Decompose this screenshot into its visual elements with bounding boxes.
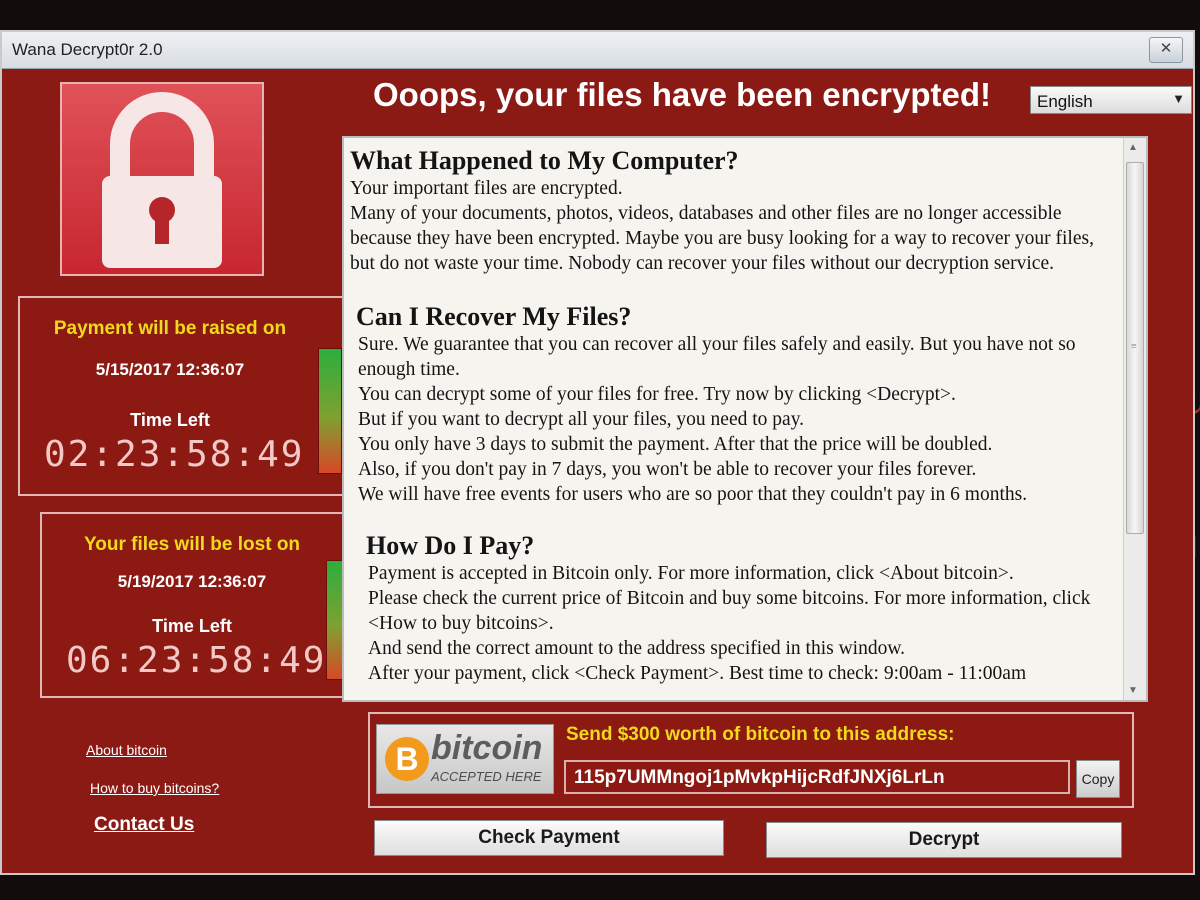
bitcoin-payment-panel: B bitcoin ACCEPTED HERE Send $300 worth … — [368, 712, 1134, 808]
files-lost-panel: Your files will be lost on 5/19/2017 12:… — [40, 512, 354, 698]
how-to-buy-bitcoins-link[interactable]: How to buy bitcoins? — [90, 780, 219, 796]
chevron-down-icon: ▼ — [1172, 91, 1185, 106]
copy-button[interactable]: Copy — [1076, 760, 1120, 798]
files-lost-countdown: 06:23:58:49 — [66, 640, 327, 681]
message-paragraph: And send the correct amount to the addre… — [368, 638, 906, 659]
headline: Ooops, your files have been encrypted! — [373, 76, 991, 113]
language-select[interactable]: English ▼ — [1030, 86, 1192, 114]
padlock-graphic — [102, 92, 222, 268]
bitcoin-logo-word: bitcoin — [431, 729, 543, 767]
bitcoin-accepted-logo: B bitcoin ACCEPTED HERE — [376, 724, 554, 794]
contact-us-link[interactable]: Contact Us — [94, 814, 194, 836]
countdown-bar — [318, 348, 342, 474]
message-paragraph: You can decrypt some of your files for f… — [358, 384, 956, 405]
window-title: Wana Decrypt0r 2.0 — [12, 40, 163, 59]
message-scrollbar[interactable]: ▲ ≡ ▼ — [1123, 138, 1146, 700]
padlock-icon — [60, 82, 264, 276]
message-paragraph: Sure. We guarantee that you can recover … — [358, 334, 1076, 380]
close-button[interactable]: ✕ — [1149, 37, 1183, 63]
language-selected: English — [1037, 92, 1093, 111]
message-paragraph: But if you want to decrypt all your file… — [358, 409, 805, 430]
section-heading: What Happened to My Computer? — [350, 146, 739, 175]
time-left-label: Time Left — [152, 616, 232, 636]
title-bar: Wana Decrypt0r 2.0 ✕ — [2, 32, 1193, 69]
files-lost-date: 5/19/2017 12:36:07 — [117, 572, 267, 591]
message-paragraph: Also, if you don't pay in 7 days, you wo… — [358, 459, 977, 480]
about-bitcoin-link[interactable]: About bitcoin — [86, 742, 167, 758]
message-paragraph: We will have free events for users who a… — [358, 484, 1028, 505]
bitcoin-logo-sub: ACCEPTED HERE — [431, 769, 542, 784]
message-paragraph: Payment is accepted in Bitcoin only. For… — [368, 563, 1014, 584]
payment-raise-date: 5/15/2017 12:36:07 — [95, 360, 245, 379]
message-paragraph: Please check the current price of Bitcoi… — [368, 588, 1091, 634]
section-heading: How Do I Pay? — [366, 531, 535, 560]
time-left-label: Time Left — [130, 410, 210, 430]
scroll-down-icon[interactable]: ▼ — [1128, 685, 1138, 696]
message-paragraph: After your payment, click <Check Payment… — [368, 663, 1027, 684]
payment-countdown: 02:23:58:49 — [44, 434, 305, 475]
scroll-up-icon[interactable]: ▲ — [1128, 142, 1138, 153]
message-paragraph: You only have 3 days to submit the payme… — [358, 434, 993, 455]
ransom-message-panel[interactable]: What Happened to My Computer? Your impor… — [342, 136, 1148, 702]
scroll-thumb[interactable]: ≡ — [1126, 162, 1144, 534]
send-instruction: Send $300 worth of bitcoin to this addre… — [566, 724, 955, 745]
message-paragraph: Many of your documents, photos, videos, … — [350, 203, 1094, 274]
bitcoin-icon: B — [385, 737, 429, 781]
check-payment-button[interactable]: Check Payment — [374, 820, 724, 856]
bitcoin-address: 115p7UMMngoj1pMvkpHijcRdfJNXj6LrLn — [574, 767, 945, 788]
message-content: What Happened to My Computer? Your impor… — [350, 146, 1120, 686]
payment-raise-heading: Payment will be raised on — [53, 318, 287, 339]
bitcoin-address-field[interactable]: 115p7UMMngoj1pMvkpHijcRdfJNXj6LrLn — [564, 760, 1070, 794]
decrypt-button[interactable]: Decrypt — [766, 822, 1122, 858]
grip-icon: ≡ — [1131, 341, 1137, 352]
message-paragraph: Your important files are encrypted. — [350, 178, 623, 199]
section-heading: Can I Recover My Files? — [356, 302, 632, 331]
files-lost-heading: Your files will be lost on — [83, 534, 301, 555]
payment-raise-panel: Payment will be raised on 5/15/2017 12:3… — [18, 296, 346, 496]
ransom-window: Wana Decrypt0r 2.0 ✕ Ooops, your files h… — [0, 30, 1195, 875]
